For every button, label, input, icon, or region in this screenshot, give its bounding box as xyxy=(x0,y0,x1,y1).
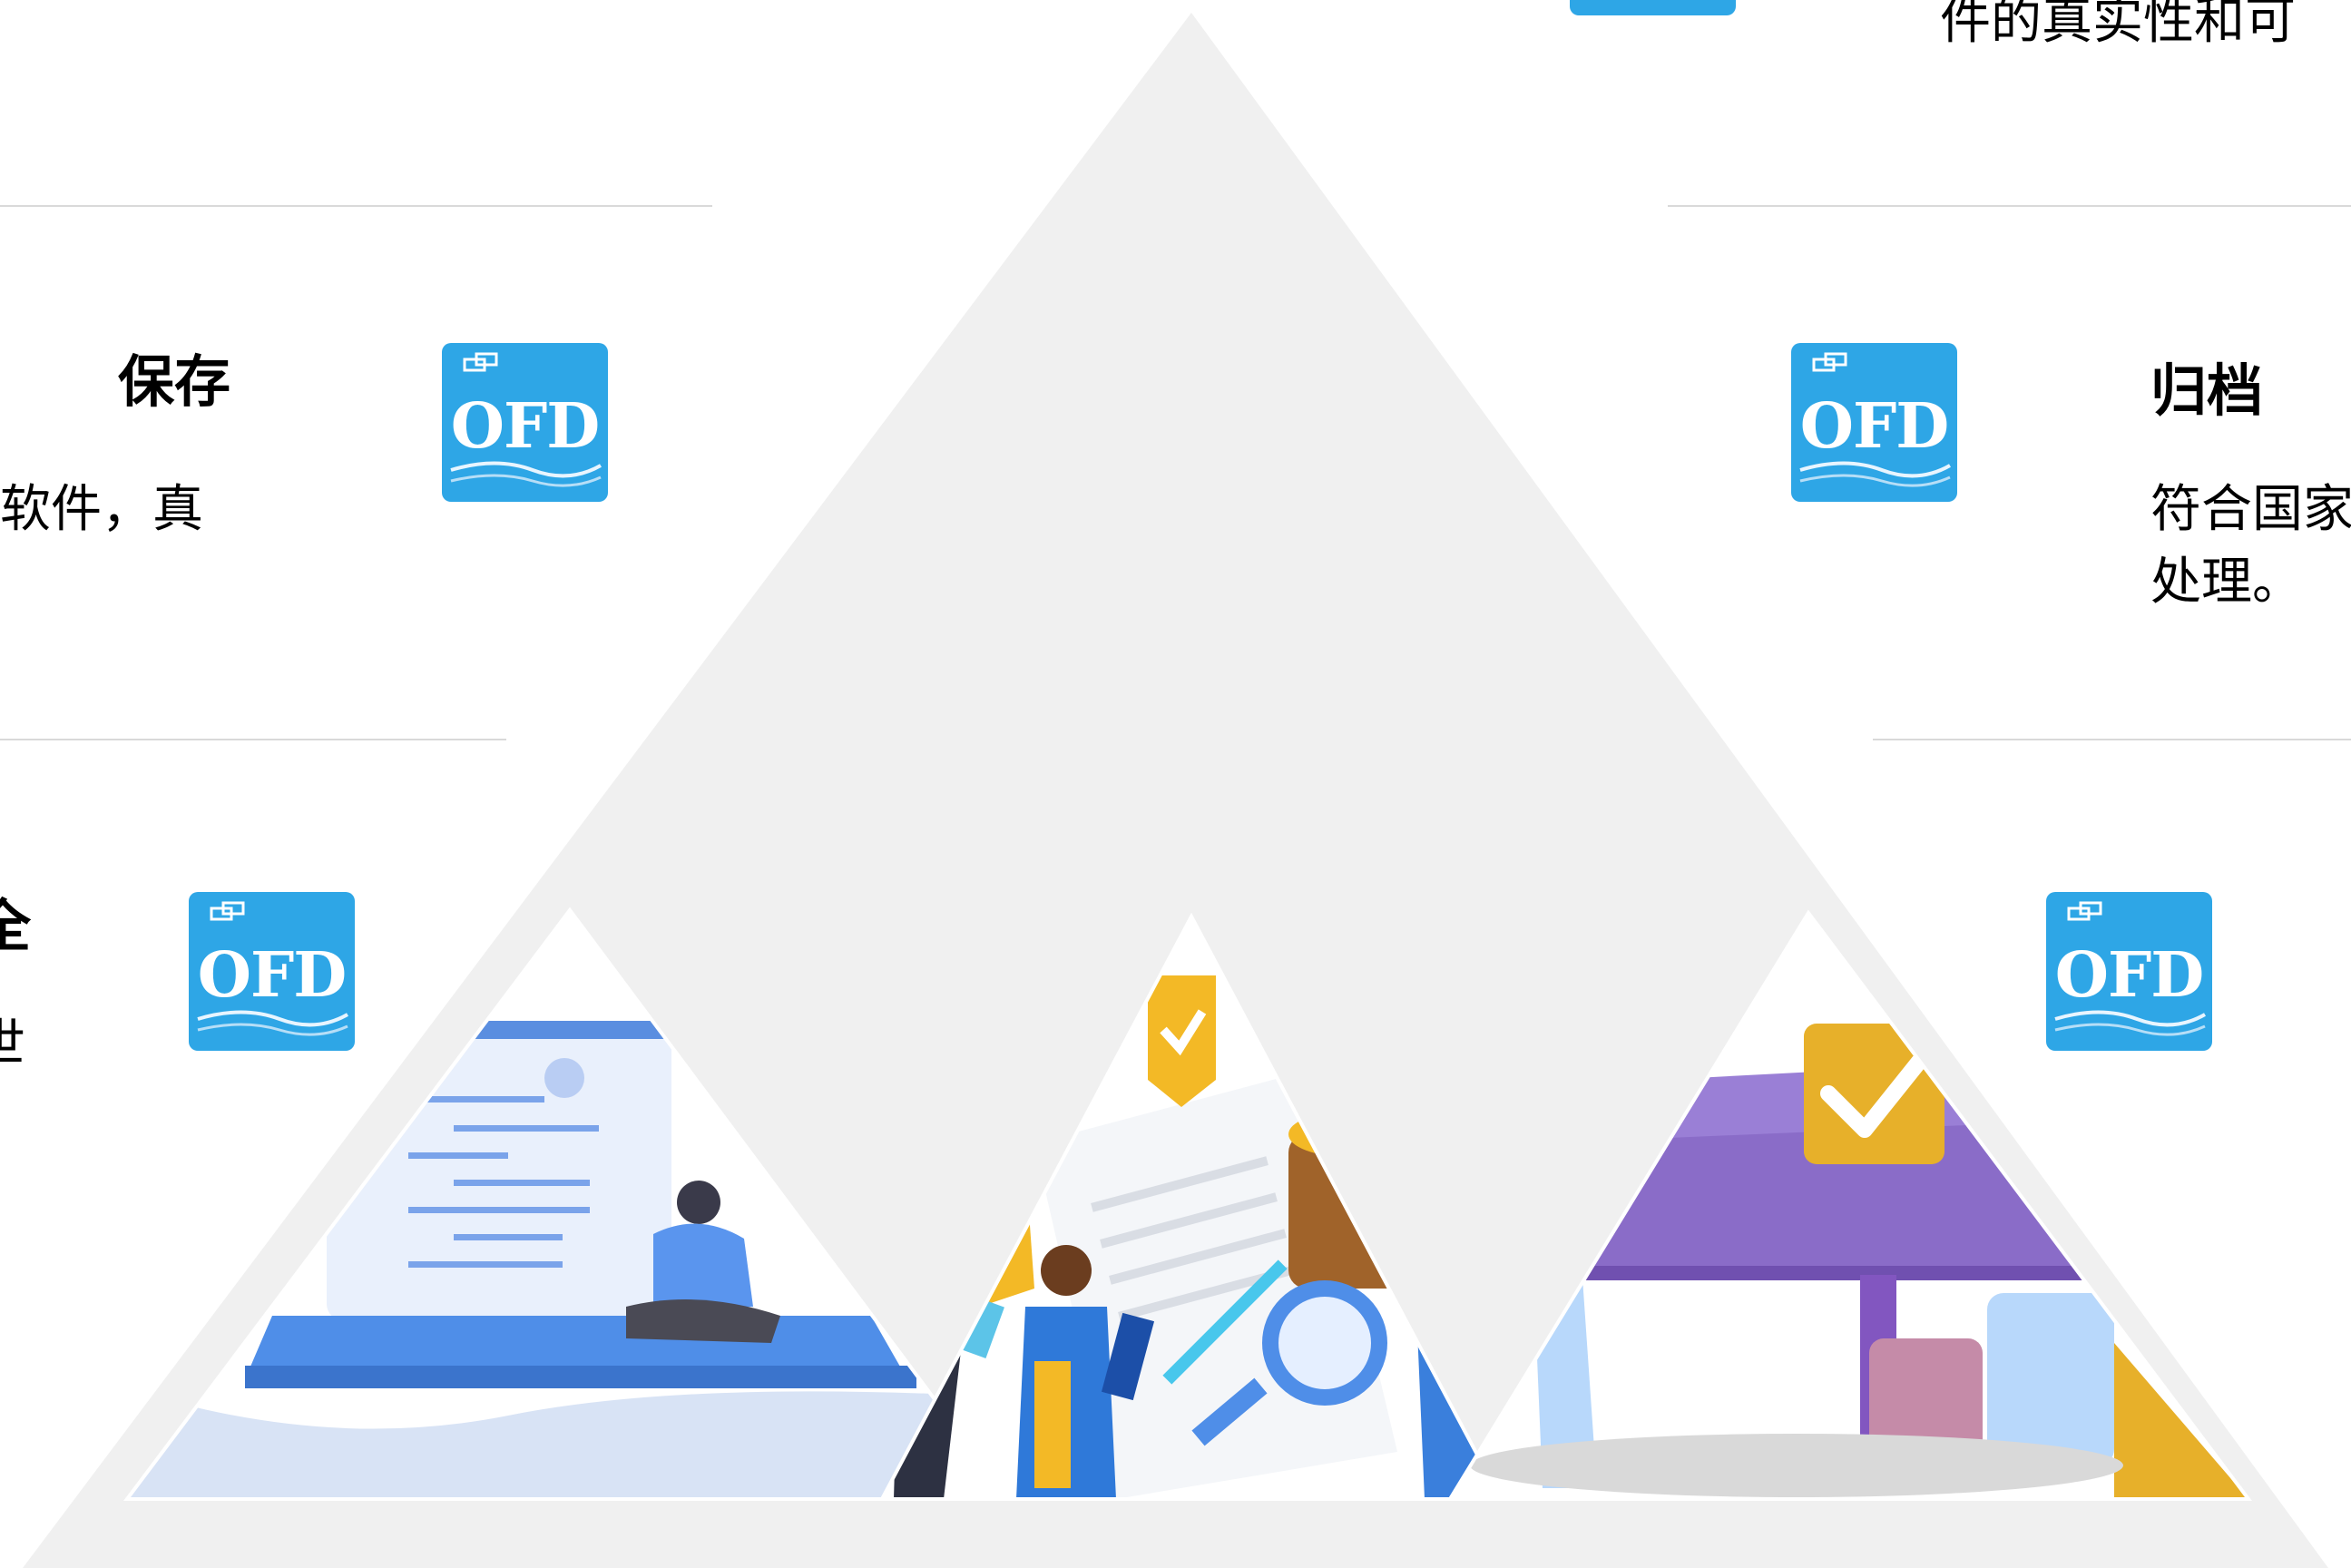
safety-body: 世 xyxy=(0,1014,25,1073)
divider-mid-right xyxy=(1873,739,2351,740)
safety-title: 全 xyxy=(0,893,32,959)
ofd-icon-label: OFD xyxy=(197,939,347,1012)
ofd-icon-archive: OFD xyxy=(1791,343,1957,502)
divider-mid-left xyxy=(0,739,506,740)
ofd-icon-top xyxy=(1570,0,1736,15)
ofd-icon-safety: OFD xyxy=(189,892,355,1051)
archive-body-line2: 处理。 xyxy=(2150,553,2303,612)
top-right-text: 件的真实性和可 xyxy=(1940,0,2296,51)
ofd-icon-right-lower: OFD xyxy=(2046,892,2212,1051)
ofd-icon-label: OFD xyxy=(1799,390,1949,463)
pyramid-graphic xyxy=(23,13,2328,1568)
ofd-icon-label: OFD xyxy=(2054,939,2204,1012)
save-title: 保存 xyxy=(118,348,231,415)
archive-body-line1: 符合国家 xyxy=(2150,480,2351,539)
ofd-icon-save: OFD xyxy=(442,343,608,502)
archive-title: 归档 xyxy=(2150,358,2264,424)
save-body: 软件，真 xyxy=(0,480,203,539)
ofd-icon-label: OFD xyxy=(450,390,600,463)
divider-top-left xyxy=(0,205,712,207)
page-canvas: 件的真实性和可 保存 软件，真 OFD OFD 归档 符合国家 处理。 全 世 xyxy=(0,0,2351,1568)
divider-top-right xyxy=(1668,205,2351,207)
